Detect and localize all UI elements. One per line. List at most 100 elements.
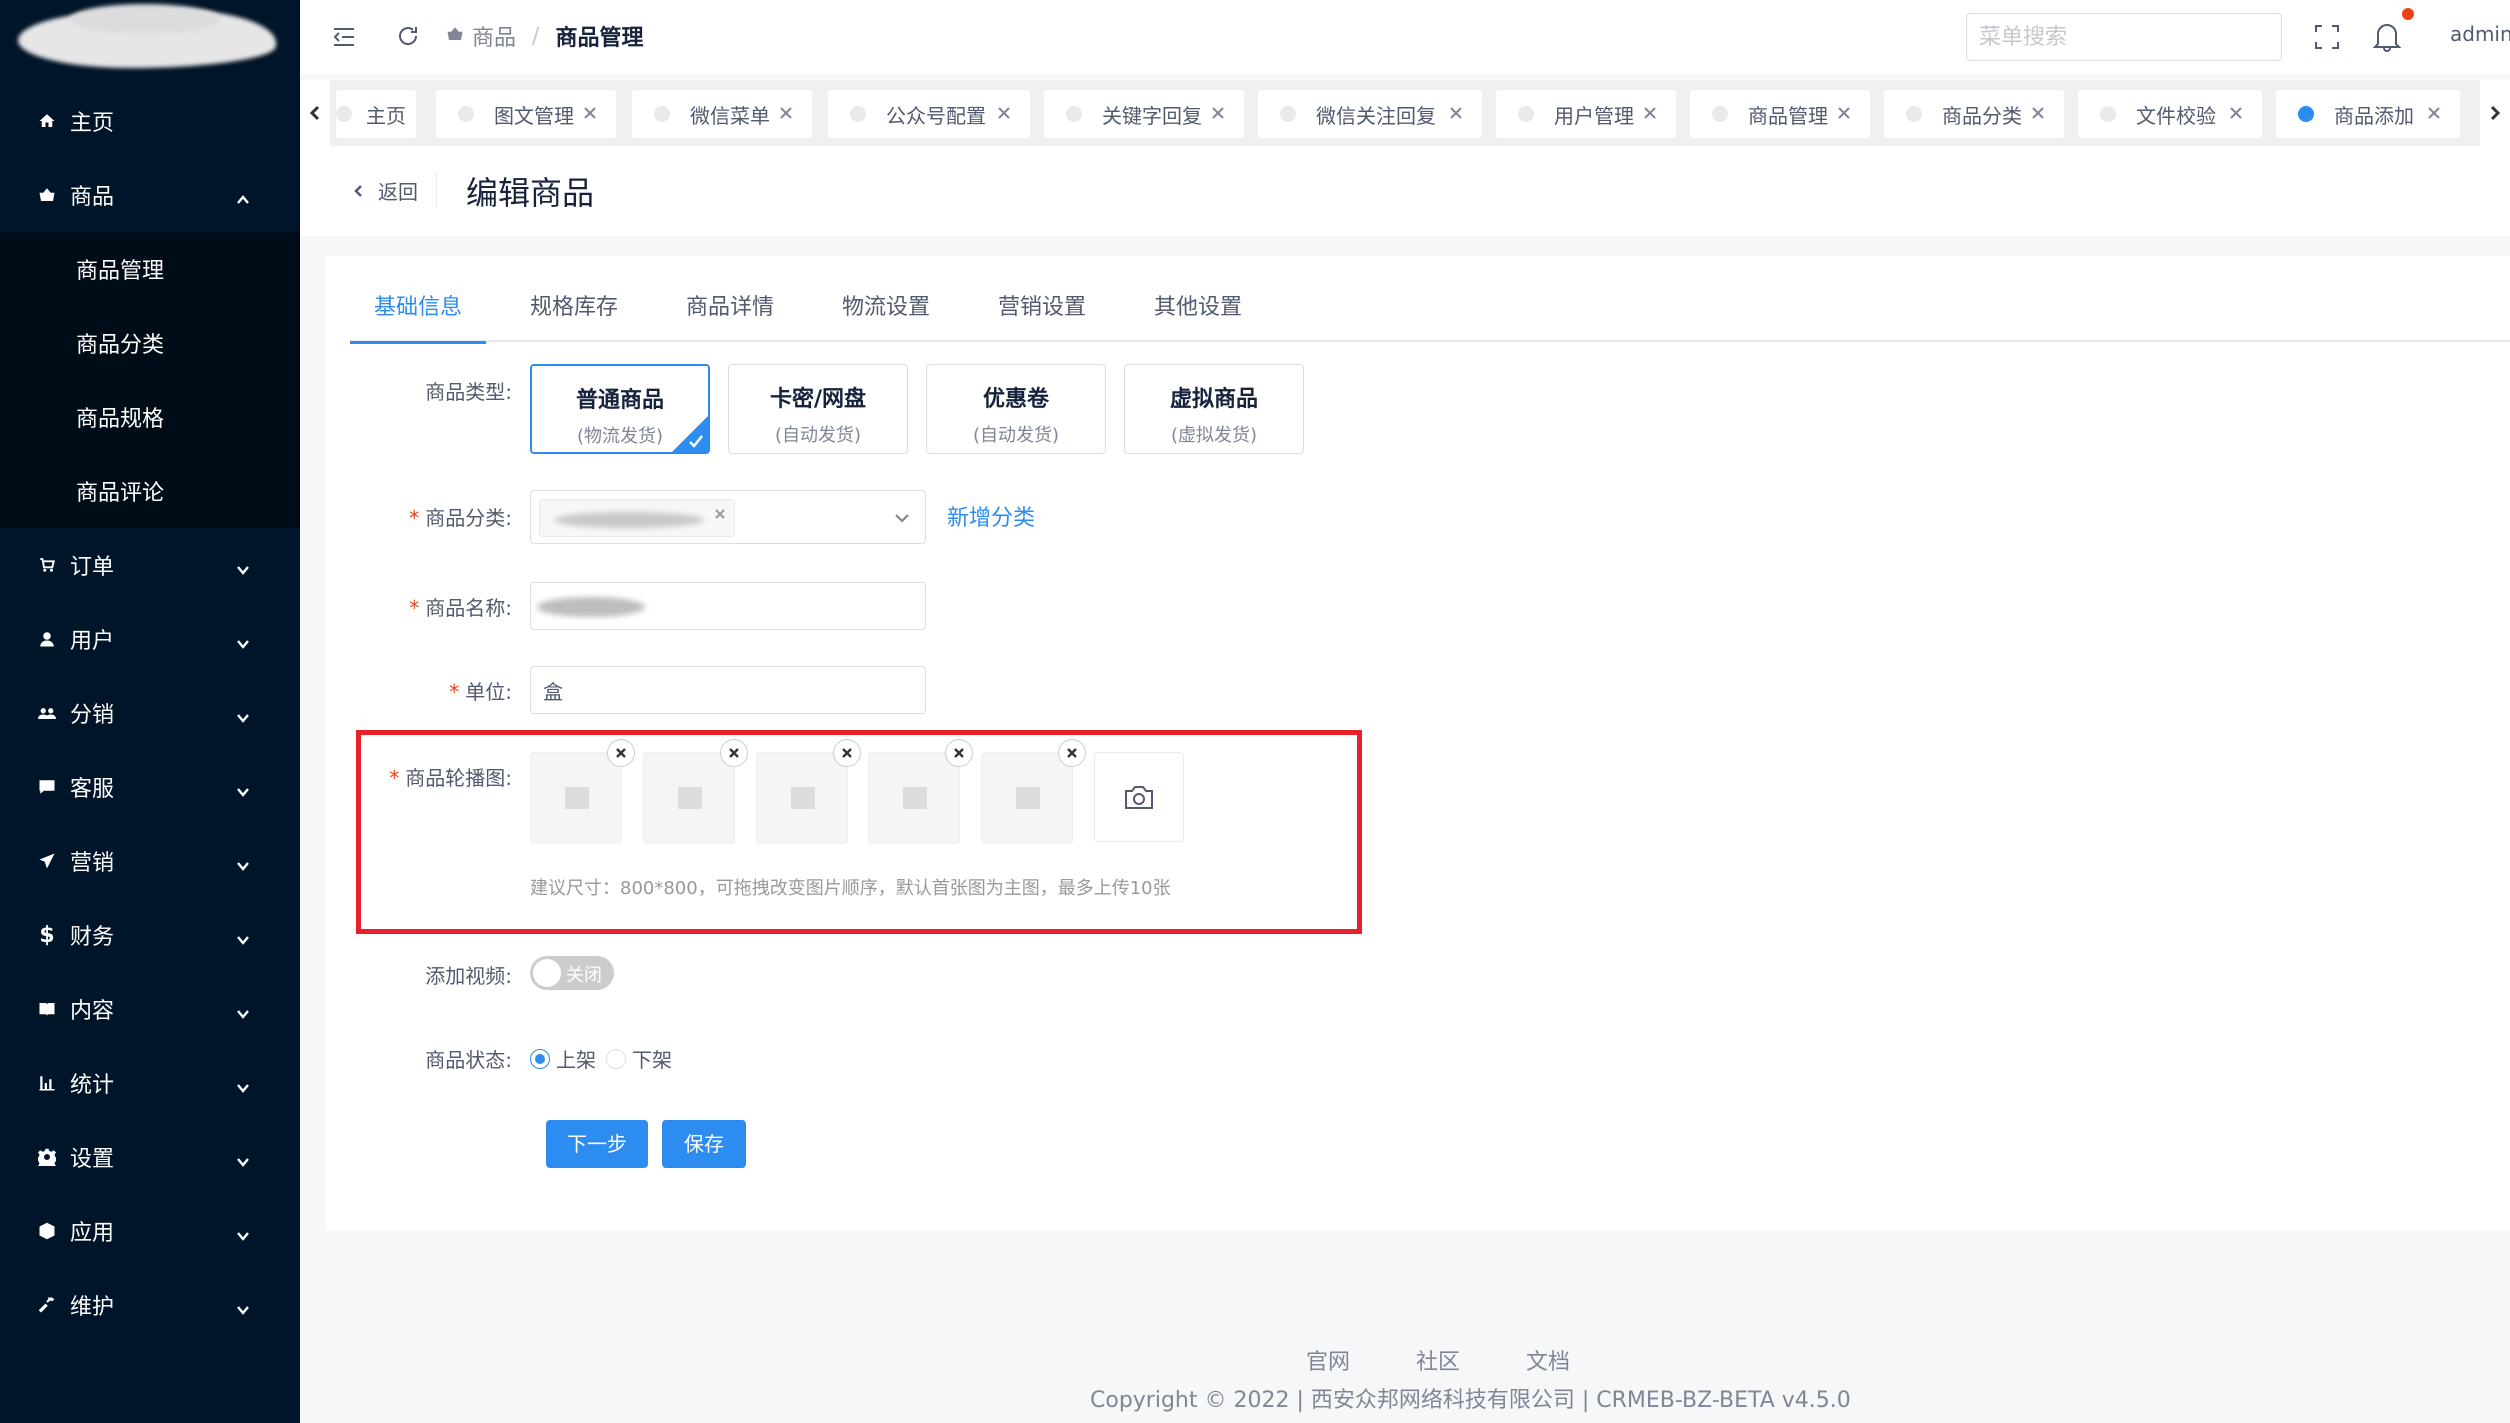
close-icon[interactable]: [607, 739, 635, 767]
tab-label: 商品管理: [1748, 103, 1828, 128]
sidebar-item-user[interactable]: 用户: [0, 602, 300, 676]
tab-status-dot: [1066, 106, 1082, 122]
logo[interactable]: [0, 0, 300, 84]
tab-status-dot: [1518, 106, 1534, 122]
sidebar-subitem-product-manage[interactable]: 商品管理: [0, 232, 300, 306]
home-icon: [36, 110, 58, 132]
chevron-down-icon: [893, 509, 911, 527]
sidebar-subitem-product-review[interactable]: 商品评论: [0, 454, 300, 528]
tab-product-manage[interactable]: 商品管理: [1690, 90, 1870, 138]
sidebar-item-settings[interactable]: 设置: [0, 1120, 300, 1194]
sidebar-subitem-product-spec[interactable]: 商品规格: [0, 380, 300, 454]
user-name[interactable]: admin: [2450, 22, 2510, 46]
send-icon: [36, 850, 58, 872]
sidebar-item-distribution[interactable]: 分销: [0, 676, 300, 750]
sidebar-item-finance[interactable]: $ 财务: [0, 898, 300, 972]
sidebar-item-maintenance[interactable]: 维护: [0, 1268, 300, 1342]
tab-status-dot: [2298, 106, 2314, 122]
upload-image-button[interactable]: [1094, 752, 1184, 842]
footer-link-docs[interactable]: 文档: [1526, 1344, 1570, 1376]
carousel-label: * 商品轮播图:: [389, 766, 512, 790]
status-radio-off-shelf[interactable]: 下架: [606, 1044, 672, 1073]
carousel-image[interactable]: [868, 739, 973, 844]
tab-product-category[interactable]: 商品分类: [1884, 90, 2064, 138]
add-category-link[interactable]: 新增分类: [947, 500, 1035, 532]
tab-marketing[interactable]: 营销设置: [998, 286, 1086, 342]
back-button[interactable]: 返回: [352, 176, 418, 205]
close-icon[interactable]: [2424, 103, 2444, 123]
category-select[interactable]: [530, 490, 926, 544]
product-name-input[interactable]: [530, 582, 926, 630]
carousel-image[interactable]: [643, 739, 748, 844]
carousel-image[interactable]: [981, 739, 1086, 844]
sidebar-subitem-product-category[interactable]: 商品分类: [0, 306, 300, 380]
close-icon[interactable]: [712, 506, 728, 522]
image-placeholder-icon: [1016, 787, 1040, 809]
sidebar-item-order[interactable]: 订单: [0, 528, 300, 602]
close-icon[interactable]: [833, 739, 861, 767]
tabs-scroll-left[interactable]: [300, 80, 330, 146]
bell-icon[interactable]: [2372, 8, 2414, 52]
tab-file-verify[interactable]: 文件校验: [2078, 90, 2262, 138]
close-icon[interactable]: [1834, 103, 1854, 123]
close-icon[interactable]: [2028, 103, 2048, 123]
tab-other-settings[interactable]: 其他设置: [1154, 286, 1242, 342]
close-icon[interactable]: [1640, 103, 1660, 123]
status-radio-on-shelf[interactable]: 上架: [530, 1044, 596, 1073]
menu-fold-icon[interactable]: [332, 26, 356, 48]
footer-link-community[interactable]: 社区: [1416, 1344, 1460, 1376]
save-button[interactable]: 保存: [662, 1120, 746, 1168]
close-icon[interactable]: [2226, 103, 2246, 123]
tab-product-add[interactable]: 商品添加: [2276, 90, 2460, 138]
tab-user-manage[interactable]: 用户管理: [1496, 90, 1676, 138]
close-icon[interactable]: [1208, 103, 1228, 123]
sidebar-item-statistics[interactable]: 统计: [0, 1046, 300, 1120]
video-switch[interactable]: 关闭: [530, 956, 614, 990]
tab-wechat-menu[interactable]: 微信菜单: [632, 90, 812, 138]
tab-product-detail[interactable]: 商品详情: [686, 286, 774, 342]
close-icon[interactable]: [1446, 103, 1466, 123]
breadcrumb-item[interactable]: 商品: [472, 20, 516, 52]
next-step-button[interactable]: 下一步: [546, 1120, 648, 1168]
tab-official-account-config[interactable]: 公众号配置: [828, 90, 1030, 138]
sidebar-item-label: 应用: [70, 1221, 115, 1246]
tab-home[interactable]: 主页: [336, 90, 416, 138]
close-icon[interactable]: [776, 103, 796, 123]
tab-basic-info[interactable]: 基础信息: [349, 286, 487, 344]
product-type-card-key[interactable]: 卡密/网盘 (自动发货): [728, 364, 908, 454]
close-icon[interactable]: [945, 739, 973, 767]
menu-search-input[interactable]: [1966, 13, 2282, 61]
close-icon[interactable]: [994, 103, 1014, 123]
tabs-scroll-right[interactable]: [2480, 80, 2510, 146]
footer-link-official[interactable]: 官网: [1306, 1344, 1350, 1376]
sidebar-item-content[interactable]: 内容: [0, 972, 300, 1046]
tab-follow-reply[interactable]: 微信关注回复: [1258, 90, 1482, 138]
sidebar-item-apps[interactable]: 应用: [0, 1194, 300, 1268]
carousel-image[interactable]: [756, 739, 861, 844]
product-type-virtual[interactable]: 虚拟商品 (虚拟发货): [1124, 364, 1304, 454]
carousel-image[interactable]: [530, 739, 635, 844]
breadcrumb-current: 商品管理: [555, 26, 644, 51]
product-type-normal[interactable]: 普通商品 (物流发货): [530, 364, 710, 454]
sidebar-item-product[interactable]: 商品: [0, 158, 300, 232]
tab-status-dot: [1906, 106, 1922, 122]
tab-label: 商品添加: [2334, 103, 2414, 128]
sidebar-item-label: 营销: [70, 851, 115, 876]
close-icon[interactable]: [720, 739, 748, 767]
page-tabs-bar: 主页 图文管理 微信菜单 公众号配置 关键字回复 微信关注回复 用户管理 商品管…: [300, 80, 2510, 146]
close-icon[interactable]: [1058, 739, 1086, 767]
sidebar-item-home[interactable]: 主页: [0, 84, 300, 158]
fullscreen-icon[interactable]: [2314, 24, 2340, 50]
product-type-coupon[interactable]: 优惠卷 (自动发货): [926, 364, 1106, 454]
close-icon[interactable]: [580, 103, 600, 123]
refresh-icon[interactable]: [396, 24, 420, 48]
tab-logistics[interactable]: 物流设置: [842, 286, 930, 342]
tab-keyword-reply[interactable]: 关键字回复: [1044, 90, 1244, 138]
sidebar-item-service[interactable]: 客服: [0, 750, 300, 824]
tab-article-manage[interactable]: 图文管理: [436, 90, 616, 138]
tab-spec-stock[interactable]: 规格库存: [530, 286, 618, 342]
radio-circle: [606, 1048, 626, 1069]
sidebar-item-marketing[interactable]: 营销: [0, 824, 300, 898]
basket-icon: [36, 184, 58, 206]
unit-input[interactable]: [530, 666, 926, 714]
